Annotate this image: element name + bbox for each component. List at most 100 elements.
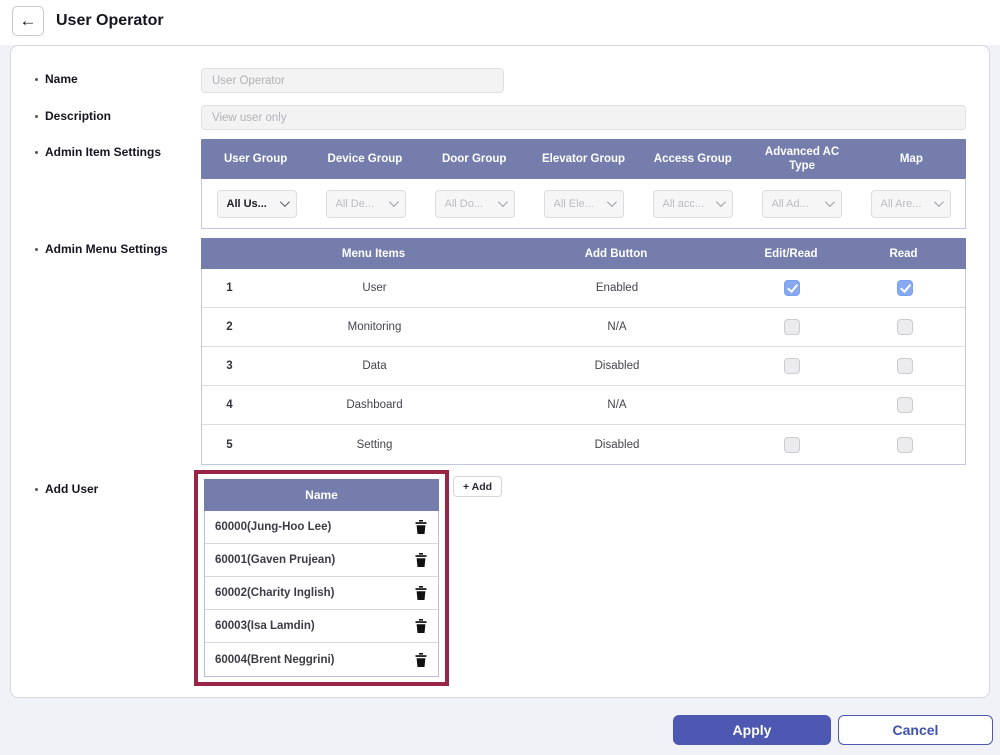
admin-menu-settings-label: Admin Menu Settings	[35, 242, 168, 256]
delete-user-button[interactable]	[413, 552, 429, 568]
row-number: 4	[202, 386, 257, 424]
admin-menu-settings-table: Menu Items Add Button Edit/Read Read 1 U…	[201, 239, 966, 465]
edit-read-checkbox[interactable]	[784, 319, 800, 335]
table-row: 5 Setting Disabled	[202, 425, 965, 464]
read-checkbox[interactable]	[897, 280, 913, 296]
menu-item-name: Setting	[257, 425, 492, 464]
column-header: Edit/Read	[741, 238, 841, 269]
user-group-dropdown[interactable]: All Us...	[217, 190, 297, 218]
trash-icon	[415, 586, 427, 600]
back-button[interactable]: ←	[12, 6, 44, 36]
cancel-button[interactable]: Cancel	[838, 715, 993, 745]
map-dropdown[interactable]: All Are...	[871, 190, 951, 218]
elevator-group-dropdown[interactable]: All Ele...	[544, 190, 624, 218]
row-number: 2	[202, 308, 257, 346]
chevron-down-icon	[606, 197, 616, 207]
user-name: 60000(Jung-Hoo Lee)	[215, 521, 331, 533]
table-row: 2 Monitoring N/A	[202, 308, 965, 347]
top-bar: ← User Operator	[0, 0, 1000, 45]
admin-item-settings-label: Admin Item Settings	[35, 145, 161, 159]
chevron-down-icon	[824, 197, 834, 207]
read-checkbox[interactable]	[897, 358, 913, 374]
column-header: Menu Items	[256, 238, 491, 269]
list-item: 60002(Charity Inglish)	[205, 577, 438, 610]
admin-item-settings-header-row: User Group Device Group Door Group Eleva…	[201, 139, 966, 179]
column-header: Door Group	[420, 139, 529, 179]
left-arrow-icon: ←	[20, 11, 37, 31]
column-header: Add Button	[491, 238, 741, 269]
column-header: Advanced AC Type	[747, 139, 856, 179]
access-group-dropdown[interactable]: All acc...	[653, 190, 733, 218]
bullet-dot	[35, 151, 38, 154]
add-user-label: Add User	[35, 482, 98, 496]
user-name: 60002(Charity Inglish)	[215, 587, 335, 599]
row-number: 5	[202, 425, 257, 464]
add-button-state: Disabled	[492, 425, 742, 464]
add-button-state: Enabled	[492, 269, 742, 307]
edit-read-checkbox[interactable]	[784, 437, 800, 453]
add-user-table: Name 60000(Jung-Hoo Lee) 60001(Gaven Pru…	[204, 479, 439, 677]
column-header: Name	[204, 479, 439, 511]
chevron-down-icon	[497, 197, 507, 207]
bullet-dot	[35, 488, 38, 491]
page-title: User Operator	[56, 12, 164, 30]
read-checkbox[interactable]	[897, 397, 913, 413]
read-checkbox[interactable]	[897, 319, 913, 335]
add-user-highlight-box: Name 60000(Jung-Hoo Lee) 60001(Gaven Pru…	[194, 470, 449, 686]
chevron-down-icon	[715, 197, 725, 207]
row-number: 3	[202, 347, 257, 385]
description-label: Description	[35, 109, 111, 123]
edit-read-checkbox[interactable]	[784, 358, 800, 374]
delete-user-button[interactable]	[413, 618, 429, 634]
trash-icon	[415, 553, 427, 567]
add-user-button[interactable]: + Add	[453, 476, 502, 497]
delete-user-button[interactable]	[413, 585, 429, 601]
user-name: 60003(Isa Lamdin)	[215, 620, 315, 632]
delete-user-button[interactable]	[413, 652, 429, 668]
table-row: 1 User Enabled	[202, 269, 965, 308]
column-header: User Group	[201, 139, 310, 179]
description-input[interactable]	[201, 105, 966, 130]
column-header: Read	[841, 238, 966, 269]
admin-item-settings-dropdown-row: All Us... All De... All Do... All Ele...…	[201, 179, 966, 229]
apply-button[interactable]: Apply	[673, 715, 831, 745]
bullet-dot	[35, 248, 38, 251]
chevron-down-icon	[279, 197, 289, 207]
table-row: 3 Data Disabled	[202, 347, 965, 386]
device-group-dropdown[interactable]: All De...	[326, 190, 406, 218]
bullet-dot	[35, 115, 38, 118]
add-button-state: N/A	[492, 308, 742, 346]
menu-item-name: Monitoring	[257, 308, 492, 346]
column-header: Elevator Group	[529, 139, 638, 179]
chevron-down-icon	[933, 197, 943, 207]
column-header: Access Group	[638, 139, 747, 179]
list-item: 60004(Brent Neggrini)	[205, 643, 438, 676]
edit-read-checkbox[interactable]	[784, 280, 800, 296]
list-item: 60000(Jung-Hoo Lee)	[205, 511, 438, 544]
delete-user-button[interactable]	[413, 519, 429, 535]
add-button-state: Disabled	[492, 347, 742, 385]
chevron-down-icon	[388, 197, 398, 207]
door-group-dropdown[interactable]: All Do...	[435, 190, 515, 218]
bullet-dot	[35, 78, 38, 81]
menu-item-name: User	[257, 269, 492, 307]
name-input[interactable]	[201, 68, 504, 93]
admin-item-settings-table: User Group Device Group Door Group Eleva…	[201, 139, 966, 229]
column-header: Map	[857, 139, 966, 179]
menu-item-name: Dashboard	[257, 386, 492, 424]
admin-menu-settings-header-row: Menu Items Add Button Edit/Read Read	[201, 238, 966, 269]
list-item: 60003(Isa Lamdin)	[205, 610, 438, 643]
trash-icon	[415, 619, 427, 633]
menu-item-name: Data	[257, 347, 492, 385]
column-header: Device Group	[310, 139, 419, 179]
trash-icon	[415, 653, 427, 667]
row-number: 1	[202, 269, 257, 307]
read-checkbox[interactable]	[897, 437, 913, 453]
table-row: 4 Dashboard N/A	[202, 386, 965, 425]
form-card: Name Description Admin Item Settings Use…	[10, 45, 990, 698]
name-label: Name	[35, 72, 78, 86]
add-button-state: N/A	[492, 386, 742, 424]
advanced-ac-type-dropdown[interactable]: All Ad...	[762, 190, 842, 218]
user-name: 60004(Brent Neggrini)	[215, 654, 335, 666]
user-name: 60001(Gaven Prujean)	[215, 554, 335, 566]
